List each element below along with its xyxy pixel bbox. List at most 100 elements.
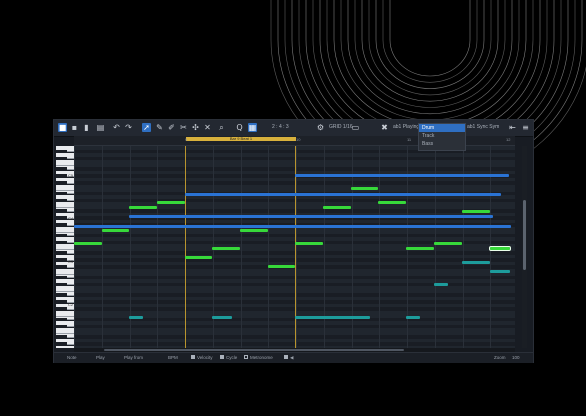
midi-note[interactable] bbox=[157, 201, 185, 204]
piano-black-key[interactable] bbox=[56, 156, 67, 160]
piano-white-key[interactable] bbox=[56, 268, 74, 275]
piano-white-key[interactable] bbox=[56, 184, 74, 191]
dropdown-item[interactable]: Track bbox=[419, 132, 465, 140]
piano-black-key[interactable] bbox=[56, 275, 67, 279]
bpm-field[interactable]: BPM bbox=[168, 355, 178, 360]
midi-note[interactable] bbox=[295, 174, 509, 177]
piano-black-key[interactable] bbox=[56, 216, 67, 219]
brush-icon[interactable]: ✐ bbox=[167, 123, 176, 132]
midi-note[interactable] bbox=[185, 256, 212, 259]
piano-white-key[interactable] bbox=[56, 286, 74, 292]
midi-note[interactable] bbox=[212, 316, 232, 319]
quantize-icon[interactable]: Q bbox=[235, 123, 244, 132]
cut-icon[interactable]: ✂ bbox=[179, 123, 188, 132]
piano-black-key[interactable] bbox=[56, 167, 67, 170]
piano-white-key[interactable] bbox=[56, 160, 74, 166]
vertical-scroll-thumb[interactable] bbox=[523, 200, 526, 270]
piano-black-key[interactable] bbox=[56, 300, 67, 303]
redo-icon[interactable]: ↷ bbox=[124, 123, 133, 132]
pencil-icon[interactable]: ✎ bbox=[155, 123, 164, 132]
export-icon[interactable]: ▪ bbox=[70, 123, 79, 132]
piano-black-key[interactable] bbox=[56, 191, 67, 195]
midi-note[interactable] bbox=[129, 316, 143, 319]
piano-black-key[interactable] bbox=[56, 293, 67, 296]
midi-note[interactable] bbox=[212, 247, 240, 250]
midi-note[interactable] bbox=[406, 247, 434, 250]
midi-note[interactable] bbox=[295, 242, 323, 245]
piano-black-key[interactable] bbox=[56, 198, 67, 202]
midi-note[interactable] bbox=[462, 210, 490, 213]
piano-black-key[interactable] bbox=[56, 335, 67, 338]
piano-black-key[interactable] bbox=[56, 181, 67, 184]
piano-white-key[interactable] bbox=[56, 226, 74, 233]
loop-start-marker[interactable] bbox=[185, 146, 186, 348]
midi-note[interactable] bbox=[434, 283, 448, 286]
horizontal-scroll-thumb[interactable] bbox=[104, 349, 404, 351]
midi-note[interactable] bbox=[129, 215, 493, 218]
play-button[interactable]: Play bbox=[96, 355, 105, 360]
speaker-icon[interactable]: ◀ bbox=[290, 355, 293, 361]
midi-note[interactable] bbox=[295, 316, 370, 319]
piano-white-key[interactable] bbox=[56, 244, 74, 250]
glue-icon[interactable]: ✣ bbox=[191, 123, 200, 132]
piano-black-key[interactable] bbox=[56, 324, 67, 328]
keyboard-icon[interactable]: ▤ bbox=[96, 123, 105, 132]
quantize-value[interactable]: GRID 1/16 bbox=[329, 124, 353, 130]
gear-icon[interactable]: ⚙ bbox=[316, 123, 325, 132]
midi-note[interactable] bbox=[462, 261, 490, 264]
erase-icon[interactable]: ✕ bbox=[203, 123, 212, 132]
link-icon[interactable]: ▭ bbox=[351, 123, 360, 132]
piano-black-key[interactable] bbox=[56, 174, 67, 177]
piano-black-key[interactable] bbox=[56, 282, 67, 286]
piano-black-key[interactable] bbox=[56, 258, 67, 261]
speaker-checkbox[interactable] bbox=[284, 355, 288, 359]
pointer-icon[interactable]: ➚ bbox=[142, 123, 151, 132]
midi-note[interactable] bbox=[129, 206, 157, 209]
grid-icon[interactable]: ▦ bbox=[248, 123, 257, 132]
midi-note[interactable] bbox=[268, 265, 295, 268]
dropdown-item[interactable]: Drum bbox=[419, 124, 465, 132]
undo-icon[interactable]: ↶ bbox=[112, 123, 121, 132]
metronome-checkbox[interactable] bbox=[244, 355, 248, 359]
midi-note[interactable] bbox=[434, 242, 462, 245]
piano-black-key[interactable] bbox=[56, 342, 67, 345]
vertical-scrollbar[interactable] bbox=[522, 146, 527, 348]
piano-black-key[interactable] bbox=[56, 149, 67, 153]
midi-note[interactable] bbox=[74, 225, 511, 228]
play-from-button[interactable]: Play from bbox=[124, 355, 143, 360]
piano-black-key[interactable] bbox=[56, 209, 67, 212]
zoom-value[interactable]: 100 bbox=[512, 355, 520, 360]
snap-dropdown[interactable]: Drum Track Bass bbox=[418, 123, 466, 151]
midi-note[interactable] bbox=[351, 187, 378, 190]
dropdown-item[interactable]: Bass bbox=[419, 140, 465, 148]
piano-black-key[interactable] bbox=[56, 317, 67, 321]
menu-icon[interactable]: ≡ bbox=[521, 123, 530, 132]
piano-keyboard[interactable]: C5 C4 C3 C2 bbox=[56, 146, 74, 348]
cycle-checkbox[interactable] bbox=[220, 355, 224, 359]
zoom-icon[interactable]: ⌕ bbox=[217, 123, 226, 132]
piano-black-key[interactable] bbox=[56, 251, 67, 254]
midi-note[interactable] bbox=[240, 229, 268, 232]
note-grid[interactable] bbox=[74, 146, 515, 348]
save-icon[interactable]: ■ bbox=[58, 123, 67, 132]
midi-note[interactable] bbox=[323, 206, 351, 209]
velocity-checkbox[interactable] bbox=[191, 355, 195, 359]
collapse-icon[interactable]: ⇤ bbox=[508, 123, 517, 132]
piano-black-key[interactable] bbox=[56, 240, 67, 244]
piano-white-key[interactable] bbox=[56, 328, 74, 334]
midi-note[interactable] bbox=[185, 193, 501, 196]
midi-note[interactable] bbox=[406, 316, 420, 319]
midi-note[interactable] bbox=[102, 229, 129, 232]
piano-black-key[interactable] bbox=[56, 233, 67, 237]
piano-black-key[interactable] bbox=[56, 307, 67, 310]
midi-note[interactable] bbox=[490, 270, 510, 273]
piano-black-key[interactable] bbox=[56, 223, 67, 226]
midi-note[interactable] bbox=[378, 201, 406, 204]
piano-white-key[interactable] bbox=[56, 202, 74, 208]
piano-white-key[interactable] bbox=[56, 310, 74, 317]
piano-white-key[interactable] bbox=[56, 345, 74, 348]
midi-note[interactable] bbox=[74, 242, 102, 245]
piano-black-key[interactable] bbox=[56, 265, 67, 268]
chart-icon[interactable]: ▮ bbox=[82, 123, 91, 132]
chord-tool-icon[interactable]: ✖ bbox=[380, 123, 389, 132]
